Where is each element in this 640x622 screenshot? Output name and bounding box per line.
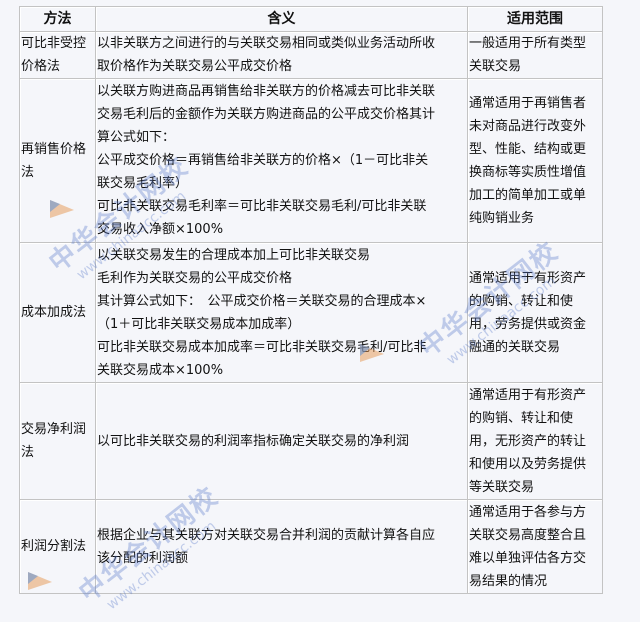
header-row: 方法 含义 适用范围 — [19, 6, 603, 32]
scope-text-line: 和使用以及劳务提供 — [469, 456, 587, 472]
table-row: 再销售价格法以关联方购进商品再销售给非关联方的价格减去可比非关联 交易毛利后的金额… — [19, 78, 603, 243]
scope-text-line: 的购销、转让和使 — [469, 410, 574, 426]
header-scope: 适用范围 — [467, 6, 603, 32]
meaning-text-line: 联交易毛利率） — [97, 176, 189, 191]
scope-text-line: 用，劳务提供或资金 — [469, 316, 587, 332]
method-text-line: 法 — [21, 445, 35, 460]
scope-text-line: 等关联交易 — [469, 479, 535, 495]
scope-text-line: 纯购销业务 — [469, 210, 535, 226]
scope-text-line: 加工的简单加工或单 — [469, 187, 587, 203]
meaning-text-line: 以非关联方之间进行的与关联交易相同或类似业务活动所收 — [97, 36, 436, 51]
scope-text-line: 融通的关联交易 — [469, 339, 561, 355]
scope-text-line: 未对商品进行改变外 — [469, 118, 587, 134]
table-row: 利润分割法 根据企业与其关联方对关联交易合并利润的贡献计算各自应 该分配的利润额 通常… — [19, 499, 603, 594]
cell-method: 成本加成法 — [19, 242, 96, 383]
cell-meaning: 以关联交易发生的合理成本加上可比非关联交易 毛利作为关联交易的公平成交价格其计算公… — [95, 242, 468, 383]
meaning-text-line: 以关联方购进商品再销售给非关联方的价格减去可比非关联 — [97, 84, 436, 99]
meaning-text-line: 取价格作为关联交易公平成交价格 — [97, 59, 293, 74]
header-meaning: 含义 — [95, 6, 468, 32]
meaning-text-line: 以关联交易发生的合理成本加上可比非关联交易 — [97, 247, 371, 263]
method-text-line: 成本加成法 — [21, 305, 87, 320]
meaning-text-line: （1＋可比非关联交易成本加成率） — [97, 316, 301, 332]
meaning-text-line: 可比非关联交易成本加成率＝可比非关联交易毛利/可比非 — [97, 339, 427, 355]
table-row: 交易净利润法以可比非关联交易的利润率指标确定关联交易的净利润 通常适用于有形资产的… — [19, 382, 603, 500]
method-text-line: 可比非受控 — [21, 36, 87, 51]
cell-method: 再销售价格法 — [19, 78, 96, 243]
scope-text-line: 用，无形资产的转让 — [469, 433, 587, 449]
meaning-text-line: 其计算公式如下： 公平成交价格＝关联交易的合理成本× — [97, 293, 427, 309]
scope-text-line: 通常适用于有形资产 — [469, 270, 587, 286]
meaning-text-line: 算公式如下： — [97, 130, 176, 145]
cell-scope: 通常适用于再销售者 未对商品进行改变外 型、性能、结构或更 换商标等实质性增值 加工的简… — [467, 78, 603, 243]
cell-scope: 通常适用于有形资产 的购销、转让和使 用，劳务提供或资金 融通的关联交易 — [467, 242, 603, 383]
cell-method: 利润分割法 — [19, 499, 96, 594]
table-row: 成本加成法 以关联交易发生的合理成本加上可比非关联交易 毛利作为关联交易的公平成交价… — [19, 242, 603, 383]
cell-method: 交易净利润法 — [19, 382, 96, 500]
cell-scope: 通常适用于有形资产 的购销、转让和使 用，无形资产的转让 和使用以及劳务提供 等关联交易 — [467, 382, 603, 500]
meaning-text-line: 以可比非关联交易的利润率指标确定关联交易的净利润 — [97, 433, 410, 449]
meaning-text-line: 公平成交价格＝再销售给非关联方的价格×（1－可比非关 — [97, 153, 429, 168]
method-text-line: 价格法 — [21, 59, 61, 74]
method-text-line: 再销售价格 — [21, 141, 87, 157]
meaning-text-line: 该分配的利润额 — [97, 550, 189, 566]
scope-text-line: 关联交易高度整合且 — [469, 527, 587, 543]
scope-text-line: 通常适用于再销售者 — [469, 95, 587, 111]
scope-text-line: 易结果的情况 — [469, 573, 548, 589]
cell-meaning: 根据企业与其关联方对关联交易合并利润的贡献计算各自应 该分配的利润额 — [95, 499, 468, 594]
meaning-text-line: 交易收入净额×100% — [97, 222, 224, 237]
scope-text-line: 一般适用于所有类型 — [469, 36, 587, 51]
method-text-line: 利润分割法 — [21, 539, 87, 554]
header-method: 方法 — [19, 6, 96, 32]
meaning-text-line: 毛利作为关联交易的公平成交价格 — [97, 270, 293, 286]
cell-scope: 一般适用于所有类型 关联交易 — [467, 31, 603, 79]
cell-meaning: 以非关联方之间进行的与关联交易相同或类似业务活动所收 取价格作为关联交易公平成交价… — [95, 31, 468, 79]
scope-text-line: 难以单独评估各方交 — [469, 550, 587, 566]
meaning-text-line: 交易毛利后的金额作为关联方购进商品的公平成交价格其计 — [97, 107, 436, 122]
scope-text-line: 关联交易 — [469, 59, 522, 74]
cell-method: 可比非受控 价格法 — [19, 31, 96, 79]
table-row: 可比非受控 价格法 以非关联方之间进行的与关联交易相同或类似业务活动所收 取价格作为关… — [19, 31, 603, 79]
scope-text-line: 通常适用于各参与方 — [469, 504, 587, 520]
method-text-line: 法 — [21, 164, 35, 180]
scope-text-line: 的购销、转让和使 — [469, 293, 574, 309]
cell-scope: 通常适用于各参与方 关联交易高度整合且 难以单独评估各方交 易结果的情况 — [467, 499, 603, 594]
method-text-line: 交易净利润 — [21, 422, 87, 437]
scope-text-line: 换商标等实质性增值 — [469, 164, 587, 180]
cell-meaning: 以可比非关联交易的利润率指标确定关联交易的净利润 — [95, 382, 468, 500]
cell-meaning: 以关联方购进商品再销售给非关联方的价格减去可比非关联 交易毛利后的金额作为关联方购… — [95, 78, 468, 243]
scope-text-line: 通常适用于有形资产 — [469, 387, 587, 403]
meaning-text-line: 关联交易成本×100% — [97, 362, 224, 378]
meaning-text-line: 根据企业与其关联方对关联交易合并利润的贡献计算各自应 — [97, 527, 436, 543]
meaning-text-line: 可比非关联交易毛利率＝可比非关联交易毛利/可比非关联 — [97, 199, 427, 214]
scope-text-line: 型、性能、结构或更 — [469, 141, 587, 157]
transfer-pricing-methods-table: 方法 含义 适用范围 可比非受控 价格法 以非关联方之间进行的与关联交易相同或类似业… — [19, 6, 603, 594]
